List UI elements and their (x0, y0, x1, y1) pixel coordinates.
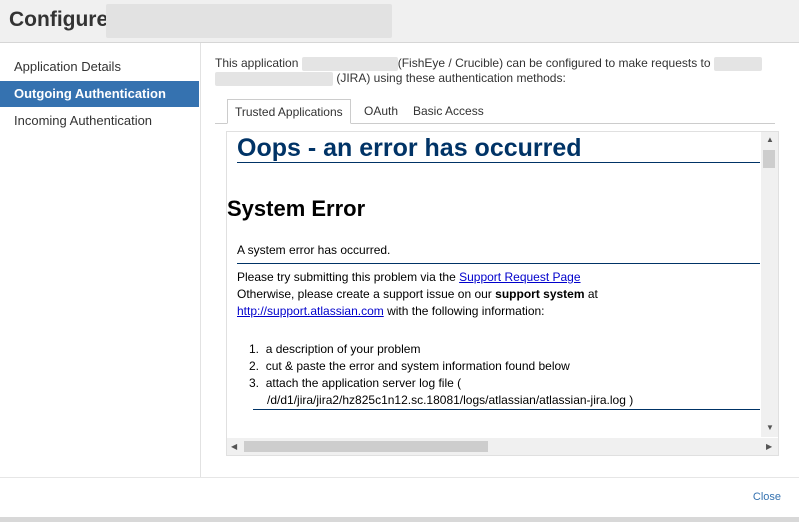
list-rule (253, 409, 760, 410)
intro-part1: This application (215, 56, 299, 70)
dialog-footer: Close (0, 477, 799, 518)
list-item: 2. cut & paste the error and system info… (249, 359, 570, 373)
tab-oauth[interactable]: OAuth (364, 99, 398, 123)
message-rule (237, 263, 760, 264)
info-list: 1. a description of your problem 2. cut … (249, 341, 749, 409)
scroll-left-icon[interactable]: ◀ (231, 442, 237, 451)
dialog-header: Configure (0, 0, 799, 43)
sidebar-item-outgoing-authentication[interactable]: Outgoing Authentication (0, 81, 199, 107)
error-frame: Oops - an error has occurred System Erro… (226, 131, 779, 456)
auth-tabs: Trusted Applications OAuth Basic Access (215, 99, 775, 124)
intro-part3: (JIRA) using these authentication method… (336, 71, 566, 85)
support-instructions: Please try submitting this problem via t… (237, 269, 757, 320)
scroll-up-icon[interactable]: ▲ (766, 135, 774, 144)
support-line3: with the following information: (387, 304, 545, 318)
intro-text: This application (FishEye / Crucible) ca… (215, 56, 785, 86)
sidebar-item-incoming-authentication[interactable]: Incoming Authentication (0, 108, 199, 134)
redacted-remote-app-b (215, 71, 333, 86)
configure-dialog: Configure Application Details Outgoing A… (0, 0, 799, 522)
page-behind-strip (0, 517, 799, 522)
close-button[interactable]: Close (753, 491, 781, 503)
list-item: 1. a description of your problem (249, 342, 421, 356)
horizontal-scroll-thumb[interactable] (244, 441, 488, 452)
support-line2b: at (587, 287, 598, 301)
sidebar: Application Details Outgoing Authenticat… (0, 43, 201, 477)
error-heading: Oops - an error has occurred (237, 134, 582, 162)
system-error-heading: System Error (227, 196, 366, 221)
scroll-right-icon[interactable]: ▶ (766, 442, 772, 451)
support-system-label: support system (495, 287, 585, 301)
vertical-scroll-thumb[interactable] (763, 150, 775, 168)
redacted-remote-app-a (713, 56, 762, 71)
horizontal-scrollbar[interactable]: ◀ ▶ (227, 438, 778, 455)
support-line1: Please try submitting this problem via t… (237, 270, 456, 284)
redacted-application-name (106, 4, 392, 38)
support-request-link[interactable]: Support Request Page (459, 270, 580, 284)
tab-basic-access[interactable]: Basic Access (413, 99, 484, 123)
list-item: 3. attach the application server log fil… (249, 376, 462, 390)
sidebar-item-application-details[interactable]: Application Details (0, 54, 199, 80)
scroll-down-icon[interactable]: ▼ (766, 423, 774, 432)
dialog-title: Configure (9, 8, 109, 31)
error-frame-content: Oops - an error has occurred System Erro… (227, 132, 760, 437)
heading-rule (237, 162, 760, 163)
error-message: A system error has occurred. (237, 243, 391, 257)
vertical-scrollbar[interactable]: ▲ ▼ (761, 132, 778, 437)
tab-trusted-applications[interactable]: Trusted Applications (227, 99, 351, 124)
support-line2a: Otherwise, please create a support issue… (237, 287, 492, 301)
support-url-link[interactable]: http://support.atlassian.com (237, 304, 384, 318)
redacted-local-app (301, 56, 398, 71)
log-path: /d/d1/jira/jira2/hz825c1n12.sc.18081/log… (267, 393, 634, 407)
intro-part2: (FishEye / Crucible) can be configured t… (397, 56, 711, 70)
